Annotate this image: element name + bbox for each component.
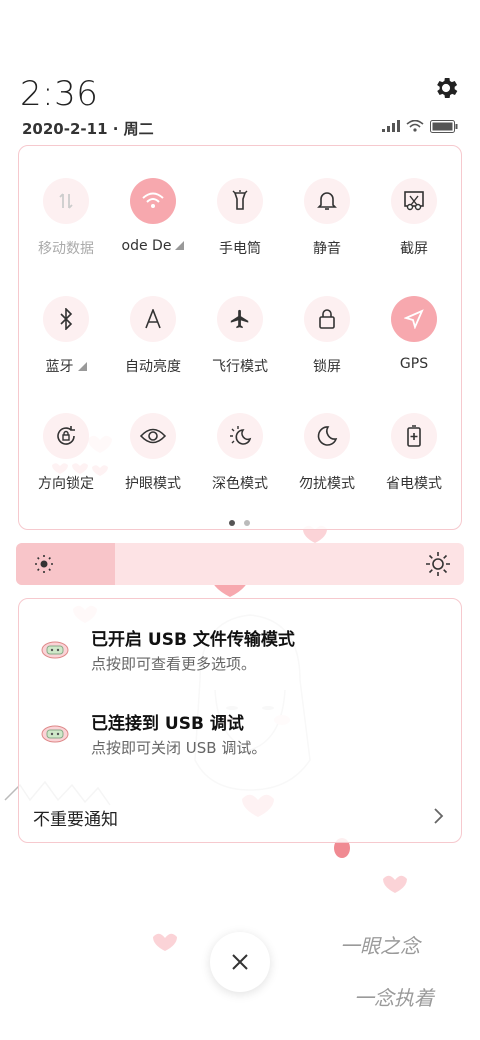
- toggle-screenshot[interactable]: 截屏: [370, 178, 458, 258]
- battery-saver-icon: [391, 413, 437, 459]
- page-dot: [244, 520, 250, 526]
- airplane-icon: [217, 296, 263, 342]
- toggle-rotation-lock[interactable]: 方向锁定: [22, 413, 110, 493]
- toggle-label: 省电模式: [386, 476, 442, 492]
- toggle-label: GPS: [399, 356, 429, 372]
- toggle-eye-care[interactable]: 护眼模式: [109, 413, 197, 493]
- page-indicator: [229, 520, 250, 526]
- notification-title: 已连接到 USB 调试: [91, 714, 244, 734]
- android-usb-icon: [41, 725, 69, 743]
- screenshot-icon: [391, 178, 437, 224]
- wifi-icon: [130, 178, 176, 224]
- toggle-label: 深色模式: [212, 476, 268, 492]
- brightness-low-icon: [35, 555, 53, 573]
- toggle-lock-screen[interactable]: 锁屏: [283, 296, 371, 376]
- toggle-label: 移动数据: [38, 241, 94, 257]
- toggle-battery-saver[interactable]: 省电模式: [370, 413, 458, 493]
- brightness-slider[interactable]: [16, 543, 464, 585]
- toggle-flashlight[interactable]: 手电筒: [196, 178, 284, 258]
- wifi-status-icon: [406, 120, 424, 132]
- battery-icon: [430, 119, 458, 133]
- bluetooth-icon: [43, 296, 89, 342]
- toggle-silent[interactable]: 静音: [283, 178, 371, 258]
- toggle-label: 飞行模式: [212, 359, 268, 375]
- toggle-auto-brightness[interactable]: 自动亮度: [109, 296, 197, 376]
- notification-usb-debugging[interactable]: 已连接到 USB 调试 点按即可关闭 USB 调试。: [19, 709, 461, 779]
- location-icon: [391, 296, 437, 342]
- toggle-label: 护眼模式: [125, 476, 181, 492]
- toggle-label: 锁屏: [313, 359, 341, 375]
- wallpaper-text-2: 一念执着: [354, 986, 434, 1010]
- expand-triangle-icon: [77, 362, 87, 371]
- close-icon: [232, 954, 248, 970]
- brightness-high-icon: [426, 552, 450, 576]
- toggle-dark-mode[interactable]: 深色模式: [196, 413, 284, 493]
- toggle-label: ode De: [109, 238, 197, 254]
- clock-date: 2020-2-11 · 周二: [22, 120, 154, 138]
- toggle-gps[interactable]: GPS: [370, 296, 458, 372]
- notification-subtitle: 点按即可关闭 USB 调试。: [91, 739, 267, 757]
- toggle-wifi[interactable]: ode De: [109, 178, 197, 254]
- settings-gear-icon[interactable]: [432, 74, 460, 102]
- clock-time: 2:36: [20, 74, 99, 114]
- toggle-bluetooth[interactable]: 蓝牙: [22, 296, 110, 376]
- quick-settings-panel: 移动数据 ode De 手电筒 静音 截屏 蓝牙 自动亮度 飞行模式 锁屏 GP…: [18, 145, 462, 530]
- toggle-mobile-data[interactable]: 移动数据: [22, 178, 110, 258]
- toggle-label: 自动亮度: [125, 359, 181, 375]
- chevron-right-icon[interactable]: [433, 807, 445, 825]
- wallpaper-text-1: 一眼之念: [340, 934, 420, 958]
- toggle-label: 方向锁定: [38, 476, 94, 492]
- lock-icon: [304, 296, 350, 342]
- brightness-fill: [16, 543, 115, 585]
- android-usb-icon: [41, 641, 69, 659]
- notification-usb-transfer[interactable]: 已开启 USB 文件传输模式 点按即可查看更多选项。: [19, 625, 461, 695]
- toggle-label: 静音: [313, 241, 341, 257]
- status-bar-icons: [382, 118, 458, 134]
- clear-all-button[interactable]: [210, 932, 270, 992]
- toggle-do-not-disturb[interactable]: 勿扰模式: [283, 413, 371, 493]
- unimportant-notifications-link[interactable]: 不重要通知: [33, 805, 118, 830]
- rotation-lock-icon: [43, 413, 89, 459]
- toggle-label: 蓝牙: [22, 356, 110, 376]
- notification-panel: 已开启 USB 文件传输模式 点按即可查看更多选项。 已连接到 USB 调试 点…: [18, 598, 462, 843]
- dark-mode-icon: [217, 413, 263, 459]
- bell-icon: [304, 178, 350, 224]
- signal-icon: [382, 120, 400, 132]
- toggle-label: 截屏: [400, 241, 428, 257]
- notification-title: 已开启 USB 文件传输模式: [91, 630, 295, 650]
- toggle-label: 勿扰模式: [299, 476, 355, 492]
- moon-icon: [304, 413, 350, 459]
- notification-subtitle: 点按即可查看更多选项。: [91, 655, 257, 673]
- mobile-data-icon: [43, 178, 89, 224]
- expand-triangle-icon: [175, 241, 185, 250]
- toggle-airplane[interactable]: 飞行模式: [196, 296, 284, 376]
- eye-icon: [130, 413, 176, 459]
- toggle-label: 手电筒: [219, 241, 261, 257]
- page-dot-active: [229, 520, 235, 526]
- auto-brightness-icon: [130, 296, 176, 342]
- flashlight-icon: [217, 178, 263, 224]
